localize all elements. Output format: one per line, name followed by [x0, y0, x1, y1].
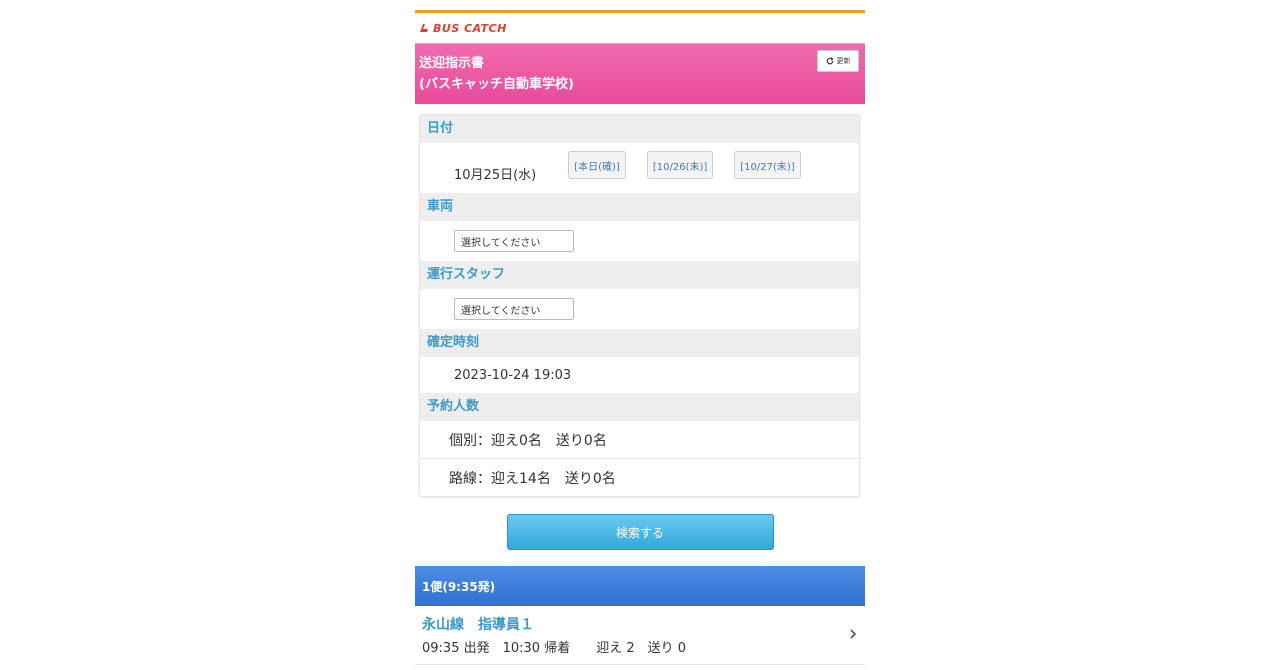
- bus-catch-logo: BUS CATCH: [419, 22, 507, 35]
- bus-logo-icon: [420, 24, 428, 32]
- reservation-count-individual: 個別：迎え0名 送り0名: [420, 421, 859, 459]
- page-title-line2: (バスキャッチ自動車学校): [419, 77, 574, 92]
- refresh-icon: [826, 57, 834, 65]
- date-button-today[interactable]: [本日(確)]: [568, 151, 626, 179]
- run-title: 永山線 指導員１: [422, 614, 534, 634]
- vehicle-section-header: 車両: [420, 193, 859, 221]
- run-route: 永山線: [422, 617, 464, 633]
- page-header: 送迎指示書 (バスキャッチ自動車学校) 更新: [415, 44, 865, 104]
- top-bar: [415, 0, 865, 13]
- chevron-right-icon: [849, 628, 857, 643]
- date-section-body: 10月25日(水) [本日(確)] [10/26(未)] [10/27(未)]: [420, 143, 859, 193]
- confirmed-time-header: 確定時刻: [420, 329, 859, 357]
- date-button-1026[interactable]: [10/26(未)]: [646, 151, 714, 179]
- staff-section-body: 選択してください: [420, 289, 859, 329]
- confirmed-time-body: 2023-10-24 19:03: [420, 357, 859, 393]
- staff-select[interactable]: 選択してください: [454, 298, 574, 320]
- refresh-button[interactable]: 更新: [817, 50, 859, 72]
- reservation-count-route: 路線：迎え14名 送り0名: [420, 459, 859, 496]
- search-form-card: 日付 10月25日(水) [本日(確)] [10/26(未)] [10/27(未…: [419, 114, 860, 497]
- reservation-count-header: 予約人数: [420, 393, 859, 421]
- search-button[interactable]: 検索する: [506, 514, 774, 550]
- run-list-item[interactable]: 永山線 指導員１ 09:35 出発 10:30 帰着 迎え 2 送り 0: [415, 606, 865, 665]
- run-instructor: 指導員１: [478, 617, 534, 633]
- current-date: 10月25日(水): [454, 167, 537, 183]
- date-button-1027[interactable]: [10/27(未)]: [734, 151, 801, 179]
- page-title-line1: 送迎指示書: [419, 56, 485, 71]
- logo-row: BUS CATCH: [415, 13, 865, 44]
- run-header: 1便(9:35発): [415, 566, 865, 606]
- refresh-label: 更新: [836, 57, 851, 65]
- app-container: BUS CATCH 送迎指示書 (バスキャッチ自動車学校) 更新 日付 10月2…: [415, 0, 865, 670]
- search-button-wrap: 検索する: [415, 514, 865, 550]
- run-info: 09:35 出発 10:30 帰着 迎え 2 送り 0: [422, 641, 686, 656]
- page-title: 送迎指示書 (バスキャッチ自動車学校): [419, 53, 574, 95]
- vehicle-section-body: 選択してください: [420, 221, 859, 261]
- logo-text: BUS CATCH: [433, 21, 507, 35]
- date-section-header: 日付: [420, 115, 859, 143]
- vehicle-select[interactable]: 選択してください: [454, 230, 574, 252]
- staff-section-header: 運行スタッフ: [420, 261, 859, 289]
- confirmed-time-value: 2023-10-24 19:03: [454, 367, 572, 383]
